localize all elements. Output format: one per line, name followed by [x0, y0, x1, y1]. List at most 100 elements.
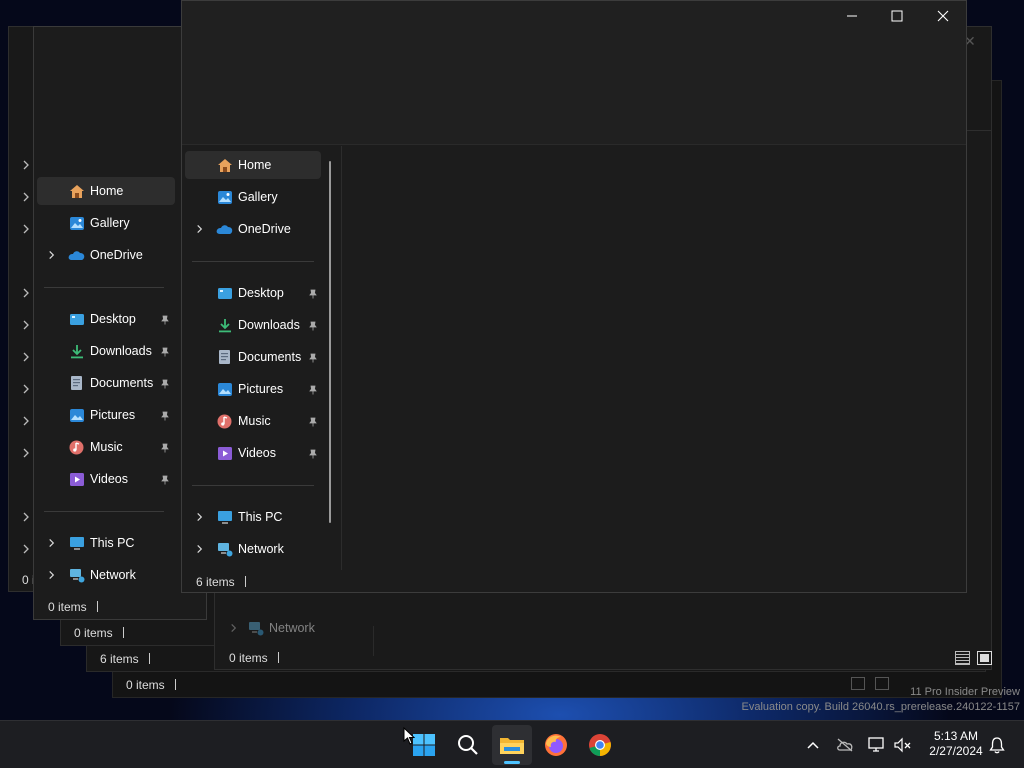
nav-item-music[interactable]: Music	[37, 433, 123, 461]
notifications-button[interactable]	[987, 735, 1007, 755]
chevron-right-icon[interactable]	[21, 544, 31, 554]
nav-item-label: Home	[90, 184, 124, 198]
network-tray-button[interactable]	[867, 735, 887, 755]
nav-separator	[192, 261, 314, 262]
nav-item-downloads[interactable]: Downloads	[185, 311, 300, 339]
pin-icon[interactable]	[308, 289, 318, 299]
nav-item-documents[interactable]: Documents	[185, 343, 301, 371]
explorer-window-front[interactable]: Home Gallery OneDrive Desktop Downloads …	[181, 0, 967, 593]
chevron-right-icon[interactable]	[195, 224, 204, 234]
nav-scrollbar[interactable]	[329, 161, 331, 523]
pin-icon[interactable]	[160, 379, 170, 389]
nav-item-pictures[interactable]: Pictures	[37, 401, 135, 429]
volume-muted-icon	[894, 737, 911, 753]
nav-item-network[interactable]: Network	[37, 561, 136, 589]
maximize-button[interactable]	[875, 3, 919, 29]
chevron-right-icon[interactable]	[21, 224, 31, 234]
nav-item-downloads[interactable]: Downloads	[37, 337, 152, 365]
nav-item-documents[interactable]: Documents	[37, 369, 153, 397]
onedrive-tray-button[interactable]	[835, 735, 855, 755]
file-explorer-button[interactable]	[492, 725, 532, 765]
minimize-icon	[847, 15, 857, 17]
nav-item-onedrive[interactable]: OneDrive	[185, 215, 291, 243]
chevron-right-icon[interactable]	[195, 544, 204, 554]
status-bar: 0 items	[229, 651, 279, 665]
chevron-right-icon[interactable]	[47, 250, 56, 260]
nav-item-desktop[interactable]: Desktop	[185, 279, 284, 307]
chevron-up-icon	[807, 741, 819, 749]
pin-icon[interactable]	[160, 443, 170, 453]
chevron-right-icon[interactable]	[21, 512, 31, 522]
nav-item-desktop[interactable]: Desktop	[37, 305, 136, 333]
nav-item-onedrive[interactable]: OneDrive	[37, 241, 143, 269]
pictures-icon	[68, 407, 85, 424]
pictures-icon	[216, 381, 233, 398]
nav-item-label: Videos	[90, 472, 128, 486]
nav-item-gallery[interactable]: Gallery	[37, 209, 130, 237]
chevron-right-icon[interactable]	[21, 352, 31, 362]
pin-icon[interactable]	[160, 347, 170, 357]
nav-item-videos[interactable]: Videos	[37, 465, 128, 493]
nav-item-this-pc[interactable]: This PC	[185, 503, 282, 531]
chrome-button[interactable]	[580, 725, 620, 765]
nav-item-label: This PC	[90, 536, 135, 550]
pin-icon[interactable]	[160, 315, 170, 325]
chevron-right-icon[interactable]	[21, 320, 31, 330]
details-view-icon[interactable]	[955, 651, 970, 665]
pin-icon[interactable]	[308, 449, 318, 459]
nav-item-network[interactable]: Network	[229, 614, 315, 642]
minimize-button[interactable]	[830, 3, 874, 29]
content-pane[interactable]	[342, 146, 966, 570]
clock[interactable]: 5:13 AM 2/27/2024	[920, 729, 992, 759]
nav-item-pictures[interactable]: Pictures	[185, 375, 283, 403]
build-watermark-line1: 11 Pro Insider Preview	[910, 686, 1020, 698]
network-icon	[68, 567, 85, 584]
close-button[interactable]	[921, 3, 965, 29]
nav-item-videos[interactable]: Videos	[185, 439, 276, 467]
nav-item-home[interactable]: Home	[185, 151, 321, 179]
pin-icon[interactable]	[160, 475, 170, 485]
gallery-icon	[216, 189, 233, 206]
nav-item-home[interactable]: Home	[37, 177, 175, 205]
desktop: 0 items 6 items 0 items ✕ 0 i Network 0 …	[0, 0, 1024, 720]
volume-tray-button[interactable]	[893, 735, 913, 755]
chevron-right-icon[interactable]	[21, 192, 31, 202]
chevron-right-icon[interactable]	[195, 512, 204, 522]
status-bar: 0 items	[74, 626, 124, 640]
nav-item-music[interactable]: Music	[185, 407, 271, 435]
chevron-right-icon[interactable]	[229, 623, 238, 633]
pin-icon[interactable]	[160, 411, 170, 421]
nav-item-network[interactable]: Network	[185, 535, 284, 563]
status-item-count: 0 items	[48, 600, 87, 614]
search-button[interactable]	[448, 725, 488, 765]
nav-item-label: Desktop	[90, 312, 136, 326]
chevron-right-icon[interactable]	[21, 448, 31, 458]
onedrive-icon	[68, 247, 85, 264]
nav-item-label: OneDrive	[238, 222, 291, 236]
nav-item-label: Pictures	[90, 408, 136, 422]
nav-item-this-pc[interactable]: This PC	[37, 529, 134, 557]
onedrive-offline-icon	[837, 738, 853, 752]
pin-icon[interactable]	[308, 385, 318, 395]
chevron-right-icon[interactable]	[21, 416, 31, 426]
status-bar: 6 items	[196, 575, 246, 589]
pin-icon[interactable]	[308, 353, 318, 363]
pin-icon[interactable]	[308, 321, 318, 331]
status-item-count: 0 items	[74, 626, 113, 640]
pin-icon[interactable]	[308, 417, 318, 427]
show-hidden-icons-button[interactable]	[803, 735, 823, 755]
status-item-count: 6 items	[196, 575, 235, 589]
chevron-right-icon[interactable]	[47, 538, 56, 548]
this-pc-icon	[216, 509, 233, 526]
videos-icon	[216, 445, 233, 462]
nav-item-gallery[interactable]: Gallery	[185, 183, 278, 211]
chevron-right-icon[interactable]	[21, 384, 31, 394]
tiles-view-icon[interactable]	[977, 651, 992, 665]
status-bar: 0 items	[48, 600, 98, 614]
chevron-right-icon[interactable]	[21, 160, 31, 170]
nav-item-label: Music	[238, 414, 271, 428]
firefox-button[interactable]	[536, 725, 576, 765]
documents-icon	[68, 375, 85, 392]
chevron-right-icon[interactable]	[47, 570, 56, 580]
chevron-right-icon[interactable]	[21, 288, 31, 298]
